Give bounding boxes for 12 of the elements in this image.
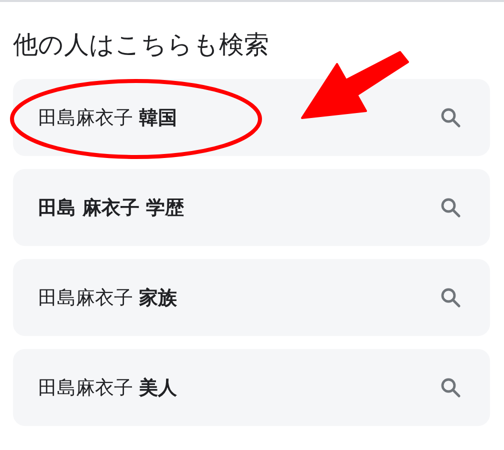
search-icon <box>439 106 463 130</box>
suggestion-item[interactable]: 田島 麻衣子 学歴 <box>13 169 490 246</box>
suggestion-text: 田島麻衣子 韓国 <box>38 106 178 130</box>
suggestion-text: 田島麻衣子 家族 <box>38 286 178 310</box>
suggestion-text: 田島 麻衣子 学歴 <box>38 196 184 220</box>
search-icon <box>439 376 463 400</box>
search-icon <box>439 286 463 310</box>
suggestion-item[interactable]: 田島麻衣子 美人 <box>13 349 490 426</box>
suggestion-item[interactable]: 田島麻衣子 家族 <box>13 259 490 336</box>
section-heading: 他の人はこちらも検索 <box>12 29 270 61</box>
search-icon <box>439 196 463 220</box>
suggestion-text: 田島麻衣子 美人 <box>38 376 178 400</box>
